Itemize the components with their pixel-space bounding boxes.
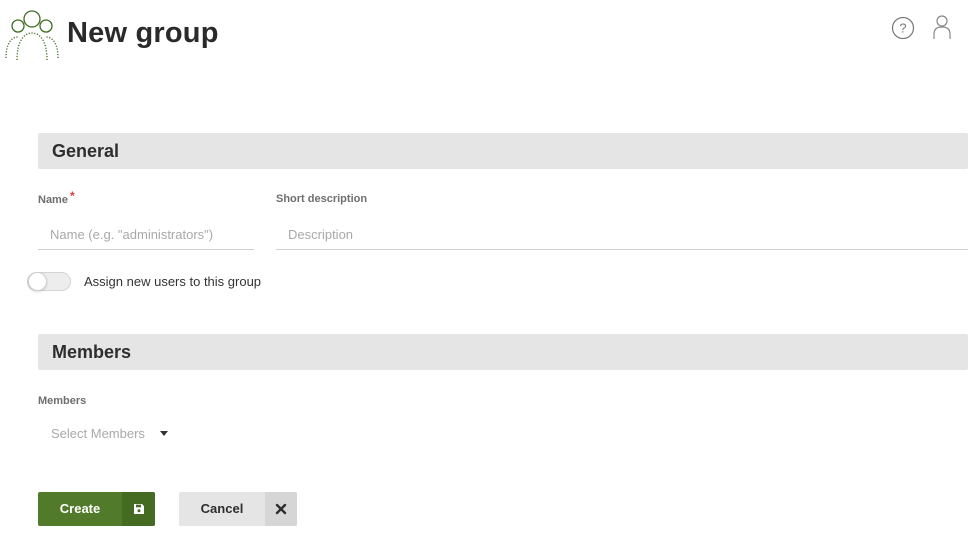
general-heading: General xyxy=(52,141,120,161)
members-select-placeholder: Select Members xyxy=(51,426,145,441)
user-icon[interactable] xyxy=(931,14,953,40)
assign-new-users-toggle[interactable] xyxy=(27,272,71,291)
name-label: Name * xyxy=(38,189,75,206)
description-label: Short description xyxy=(276,193,368,205)
close-icon xyxy=(275,503,287,515)
general-section-header: General xyxy=(38,133,968,169)
toggle-knob xyxy=(28,272,47,291)
page-header: New group ? xyxy=(0,0,977,70)
cancel-button-label: Cancel xyxy=(200,501,244,516)
name-label-text: Name xyxy=(38,194,68,206)
help-circle-icon[interactable]: ? xyxy=(891,16,915,40)
cancel-button[interactable]: Cancel xyxy=(179,492,297,526)
users-group-icon xyxy=(5,10,59,61)
name-field-wrapper xyxy=(38,216,254,250)
members-heading: Members xyxy=(52,342,132,362)
description-field-wrapper xyxy=(276,216,968,250)
members-section-header: Members xyxy=(38,334,968,370)
assign-new-users-label: Assign new users to this group xyxy=(84,274,262,289)
create-button-label: Create xyxy=(59,501,101,516)
svg-text:?: ? xyxy=(899,21,906,36)
members-select[interactable]: Select Members xyxy=(38,420,178,446)
create-button-icon-box xyxy=(122,492,155,526)
cancel-button-icon-box xyxy=(265,492,297,526)
create-button[interactable]: Create xyxy=(38,492,155,526)
required-mark: * xyxy=(69,189,75,203)
members-label: Members xyxy=(38,395,87,407)
page-title: New group xyxy=(67,17,219,49)
name-input[interactable] xyxy=(38,216,254,249)
save-icon xyxy=(133,504,144,514)
description-input[interactable] xyxy=(276,216,968,249)
caret-down-icon xyxy=(160,431,168,436)
